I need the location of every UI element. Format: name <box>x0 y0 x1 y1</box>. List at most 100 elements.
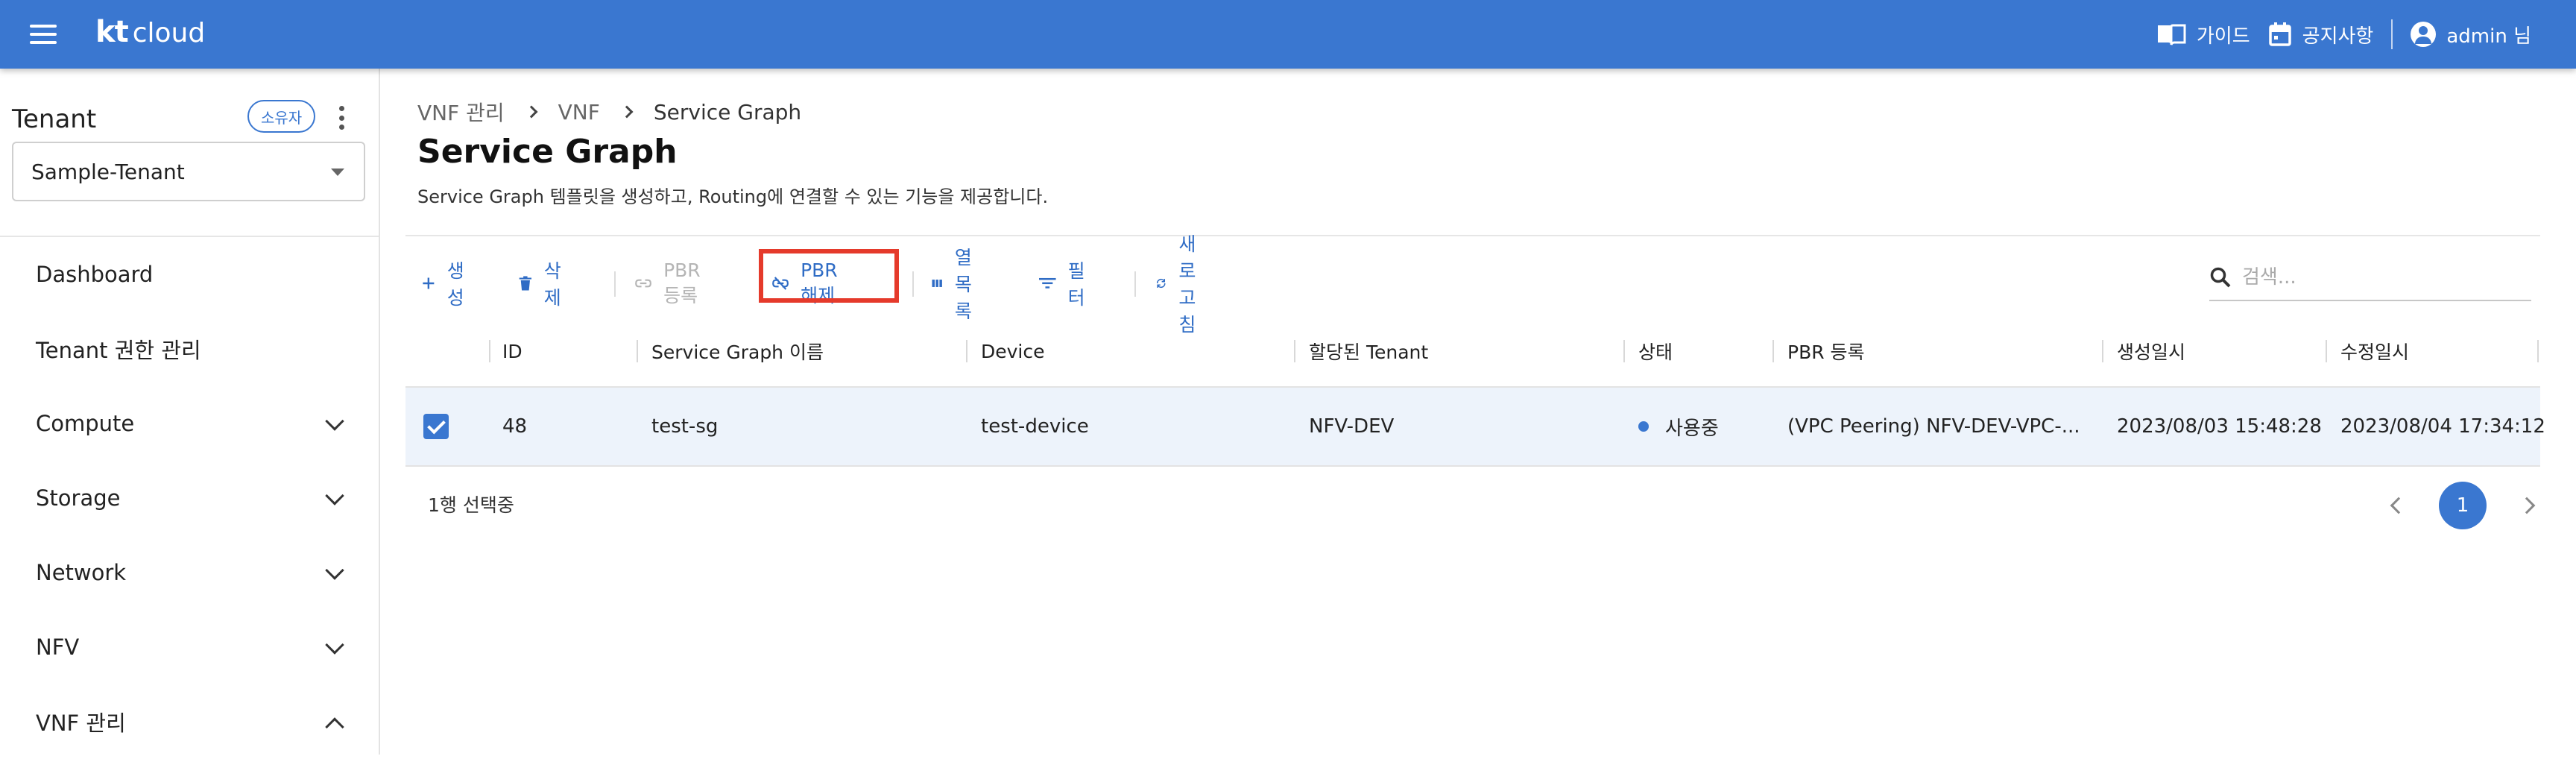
chevron-down-icon <box>325 635 344 655</box>
plus-icon <box>423 277 435 289</box>
more-vert-icon[interactable] <box>335 103 347 133</box>
row-checkbox[interactable] <box>423 414 449 439</box>
hamburger-menu-icon[interactable] <box>30 19 60 49</box>
pbr-register-label: PBR 등록 <box>663 259 701 306</box>
cell-pbr: (VPC Peering) NFV-DEV-VPC-... <box>1787 415 2080 438</box>
columns-label: 열 목록 <box>954 247 972 322</box>
user-label: admin 님 <box>2446 25 2531 48</box>
search-icon <box>2210 267 2231 288</box>
service-graph-table: ID Service Graph 이름 Device 할당된 Tenant 상태… <box>405 315 2545 541</box>
pagination: 1 <box>2390 482 2536 529</box>
column-header-status[interactable]: 상태 <box>1638 315 1673 388</box>
owner-chip: 소유자 <box>247 100 316 133</box>
book-icon <box>2157 24 2186 45</box>
view-column-icon <box>932 280 942 287</box>
column-separator <box>1772 340 1774 362</box>
selection-count: 1행 선택중 <box>428 494 514 516</box>
column-header-pbr[interactable]: PBR 등록 <box>1787 315 1865 388</box>
delete-label: 삭제 <box>543 260 561 309</box>
cell-id: 48 <box>502 415 528 438</box>
filter-icon <box>1039 277 1056 289</box>
refresh-button[interactable]: 새로고침 <box>1155 233 1210 336</box>
page-description: Service Graph 템플릿을 생성하고, Routing에 연결할 수 … <box>417 186 1049 207</box>
delete-button[interactable]: 삭제 <box>519 255 567 312</box>
column-separator <box>1294 340 1295 362</box>
sidebar-item-label: Tenant 권한 관리 <box>36 338 201 363</box>
toolbar-divider <box>1134 271 1136 297</box>
pbr-register-button[interactable]: PBR 등록 <box>635 255 711 312</box>
sidebar-item-label: NFV <box>36 634 80 660</box>
chevron-left-icon[interactable] <box>2390 497 2408 514</box>
column-separator <box>966 340 967 362</box>
row-checkbox-cell <box>423 388 449 465</box>
top-app-bar: kt cloud 가이드 공지사항 admin 님 <box>0 0 2576 69</box>
sidebar-item-compute[interactable]: Compute <box>0 386 379 461</box>
header-divider <box>2391 19 2393 49</box>
sidebar-item-label: VNF 관리 <box>36 711 126 736</box>
column-separator <box>2537 340 2539 362</box>
column-separator <box>2102 340 2103 362</box>
column-header-modified[interactable]: 수정일시 <box>2340 315 2409 388</box>
column-header-device[interactable]: Device <box>981 315 1045 388</box>
breadcrumb: VNF 관리 VNF Service Graph <box>417 97 801 127</box>
user-menu[interactable]: admin 님 <box>2411 21 2531 48</box>
column-header-id[interactable]: ID <box>502 315 523 388</box>
chevron-right-icon <box>620 105 634 119</box>
search-box <box>2209 255 2531 301</box>
filter-button[interactable]: 필터 <box>1039 255 1092 312</box>
link-icon <box>635 279 651 288</box>
tenant-title: Tenant <box>12 104 97 134</box>
column-header-tenant[interactable]: 할당된 Tenant <box>1309 315 1428 388</box>
notice-label: 공지사항 <box>2302 25 2374 48</box>
calendar-icon <box>2268 22 2291 46</box>
column-header-name[interactable]: Service Graph 이름 <box>651 315 824 388</box>
columns-button[interactable]: 열 목록 <box>932 247 983 322</box>
breadcrumb-item-vnf-management[interactable]: VNF 관리 <box>417 97 505 127</box>
table-header: ID Service Graph 이름 Device 할당된 Tenant 상태… <box>405 315 2540 388</box>
column-separator <box>489 340 490 362</box>
notice-link[interactable]: 공지사항 <box>2268 21 2374 48</box>
page-title: Service Graph <box>417 133 678 171</box>
sidebar-item-storage[interactable]: Storage <box>0 461 379 535</box>
chevron-right-icon[interactable] <box>2518 497 2536 514</box>
breadcrumb-item-vnf[interactable]: VNF <box>558 100 600 125</box>
status-dot-icon <box>1638 421 1649 432</box>
status-text: 사용중 <box>1665 417 1719 440</box>
pbr-release-highlight-box <box>759 249 899 303</box>
sidebar-item-tenant-permission[interactable]: Tenant 권한 관리 <box>0 312 379 386</box>
chevron-up-icon <box>325 717 344 737</box>
chevron-down-icon <box>325 486 344 506</box>
sidebar-item-vnf-management[interactable]: VNF 관리 <box>0 684 379 759</box>
guide-link[interactable]: 가이드 <box>2156 21 2250 48</box>
column-separator <box>637 340 638 362</box>
account-circle-icon <box>2411 22 2437 47</box>
search-input[interactable] <box>2242 266 2510 289</box>
column-separator <box>2326 340 2327 362</box>
create-button[interactable]: 생성 <box>422 255 470 312</box>
cell-tenant: NFV-DEV <box>1309 415 1395 438</box>
sidebar-item-dashboard[interactable]: Dashboard <box>0 237 379 312</box>
trash-icon <box>519 276 532 291</box>
chevron-down-icon <box>325 412 344 431</box>
cell-modified: 2023/08/04 17:34:12 <box>2340 415 2545 438</box>
cell-device: test-device <box>981 415 1089 438</box>
cell-status: 사용중 <box>1638 388 1719 465</box>
filter-label: 필터 <box>1067 260 1085 309</box>
sidebar-item-label: Dashboard <box>36 262 154 287</box>
kt-cloud-logo[interactable]: kt cloud <box>95 15 205 54</box>
column-header-created[interactable]: 생성일시 <box>2117 315 2185 388</box>
page-number[interactable]: 1 <box>2439 482 2487 529</box>
sidebar-item-label: Network <box>36 560 127 585</box>
cell-created: 2023/08/03 15:48:28 <box>2117 415 2322 438</box>
toolbar-divider <box>614 271 616 297</box>
table-footer: 1행 선택중 1 <box>405 467 2540 541</box>
tenant-select[interactable]: Sample-Tenant <box>12 142 365 201</box>
sidebar-item-nfv[interactable]: NFV <box>0 610 379 684</box>
chevron-right-icon <box>525 105 538 119</box>
column-separator <box>1623 340 1625 362</box>
sidebar-item-label: Compute <box>36 411 135 436</box>
sidebar-item-network[interactable]: Network <box>0 535 379 610</box>
create-label: 생성 <box>446 260 464 309</box>
table-row[interactable]: 48 test-sg test-device NFV-DEV 사용중 (VPC … <box>405 388 2545 467</box>
tenant-select-value: Sample-Tenant <box>31 159 185 184</box>
